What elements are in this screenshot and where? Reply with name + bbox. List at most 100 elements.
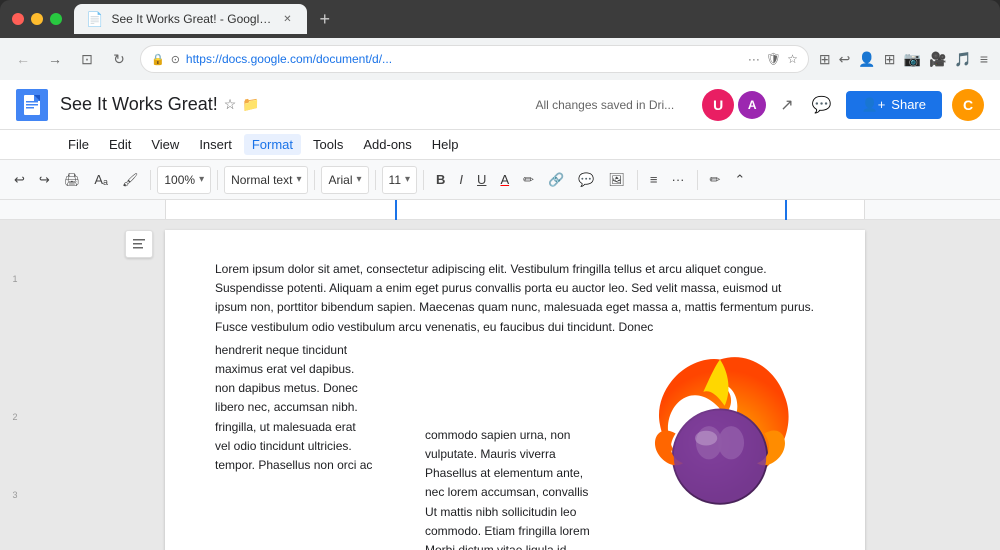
doc-app-bar: See It Works Great! ☆ 📁 All changes save… — [0, 80, 1000, 130]
style-select[interactable]: Normal text ▾ — [224, 166, 308, 194]
extensions-icon[interactable]: ⊞ — [884, 51, 896, 68]
toolbar-separator-4 — [375, 170, 376, 190]
text-color-button[interactable]: A — [494, 168, 515, 191]
account-icon[interactable]: 👤 — [858, 51, 875, 68]
firefox-logo-image — [625, 341, 815, 526]
ruler-inner — [165, 200, 865, 219]
size-select[interactable]: 11 ▾ — [382, 166, 418, 194]
google-docs-icon — [16, 89, 48, 121]
paint-format-button[interactable]: 🖌 — [116, 168, 145, 192]
doc-actions: U A ↗ 💬 👤+ B Share C — [702, 89, 984, 121]
toolbar-separator-7 — [697, 170, 698, 190]
history-icon[interactable]: ↩ — [839, 51, 851, 68]
folder-icon[interactable]: 📁 — [242, 96, 259, 113]
back-button[interactable]: ← — [12, 51, 34, 67]
menu-edit[interactable]: Edit — [101, 134, 139, 155]
underline-button[interactable]: U — [471, 168, 492, 191]
title-bar: 📄 See It Works Great! - Google D... ✕ + — [0, 0, 1000, 38]
document-page: Lorem ipsum dolor sit amet, consectetur … — [165, 230, 865, 550]
address-bar: ← → ⊡ ↻ 🔒 ⊙ https://docs.google.com/docu… — [0, 38, 1000, 80]
doc-title[interactable]: See It Works Great! — [60, 94, 218, 115]
lock-icon: 🔒 — [151, 53, 165, 66]
image-button[interactable]: 🖼 — [602, 168, 631, 192]
spell-check-button[interactable]: Aₐ — [88, 168, 114, 191]
close-button[interactable] — [12, 13, 24, 25]
tabs-area: 📄 See It Works Great! - Google D... ✕ + — [74, 4, 988, 34]
new-tab-button[interactable]: + — [311, 9, 338, 30]
tab-close-button[interactable]: ✕ — [279, 11, 295, 27]
menu-help[interactable]: Help — [424, 134, 467, 155]
address-input[interactable]: 🔒 ⊙ https://docs.google.com/document/d/.… — [140, 45, 809, 73]
share-button[interactable]: 👤+ B Share — [846, 91, 942, 119]
autosave-status: All changes saved in Dri... — [535, 98, 674, 112]
menu-bar: File Edit View Insert Format Tools Add-o… — [0, 130, 1000, 160]
menu-format[interactable]: Format — [244, 134, 301, 155]
forward-button[interactable]: → — [44, 51, 66, 67]
active-tab[interactable]: 📄 See It Works Great! - Google D... ✕ — [74, 4, 307, 34]
comments-icon[interactable]: 💬 — [808, 91, 836, 119]
font-dropdown-arrow: ▾ — [357, 174, 362, 185]
shield-icon: 🛡 — [766, 52, 781, 66]
bookmarks-icon[interactable]: ⊞ — [819, 51, 831, 68]
italic-button[interactable]: I — [453, 168, 469, 191]
share-icon: 👤+ — [862, 97, 886, 113]
traffic-lights — [12, 13, 62, 25]
menu-view[interactable]: View — [143, 134, 187, 155]
page-number-3: 3 — [0, 486, 30, 504]
menu-file[interactable]: File — [60, 134, 97, 155]
comment-button[interactable]: 💬 — [572, 168, 600, 192]
edit-button[interactable]: ✏ — [704, 168, 727, 192]
redo-button[interactable]: ↪ — [33, 168, 56, 192]
zoom-dropdown-arrow: ▾ — [199, 174, 204, 185]
toolbar-separator-2 — [217, 170, 218, 190]
menu-icon[interactable]: ≡ — [980, 51, 988, 67]
url-text: https://docs.google.com/document/d/... — [186, 52, 742, 66]
star-icon[interactable]: ☆ — [224, 96, 237, 113]
toolbar-separator-6 — [637, 170, 638, 190]
video-icon[interactable]: 🎥 — [929, 51, 946, 68]
doc-title-area: See It Works Great! ☆ 📁 — [60, 94, 523, 115]
page-number-1: 1 — [0, 270, 30, 288]
toolbar-separator-5 — [423, 170, 424, 190]
screenshot-icon[interactable]: 📷 — [904, 51, 921, 68]
toolbar-separator-3 — [314, 170, 315, 190]
page-number-2: 2 — [0, 408, 30, 426]
avatar-current-user[interactable]: C — [952, 89, 984, 121]
style-dropdown-arrow: ▾ — [296, 174, 301, 185]
doc-area: 1 2 3 Lorem ipsum dolor sit amet, consec… — [0, 220, 1000, 550]
trending-icon[interactable]: ↗ — [776, 91, 797, 119]
secure-icon: ⊙ — [171, 53, 180, 66]
music-icon[interactable]: 🎵 — [954, 51, 971, 68]
link-button[interactable]: 🔗 — [542, 168, 570, 192]
more-button[interactable]: ··· — [666, 168, 691, 191]
bold-button[interactable]: B — [430, 168, 451, 191]
tab-switch-button[interactable]: ⊡ — [76, 51, 98, 68]
minimize-button[interactable] — [31, 13, 43, 25]
fullscreen-button[interactable] — [50, 13, 62, 25]
print-button[interactable]: 🖨 — [58, 168, 87, 192]
avatar-user2: A — [738, 91, 766, 119]
font-select[interactable]: Arial ▾ — [321, 166, 368, 194]
avatar-user1: U — [702, 89, 734, 121]
document-content: Lorem ipsum dolor sit amet, consectetur … — [215, 260, 815, 550]
document-outline-button[interactable] — [125, 230, 153, 258]
menu-addons[interactable]: Add-ons — [355, 134, 419, 155]
paragraph-1: Lorem ipsum dolor sit amet, consectetur … — [215, 260, 815, 337]
collapse-button[interactable]: ⌃ — [728, 168, 751, 192]
refresh-button[interactable]: ↻ — [108, 51, 130, 68]
tab-doc-icon: 📄 — [86, 11, 103, 28]
menu-insert[interactable]: Insert — [191, 134, 240, 155]
toolbar: ↩ ↪ 🖨 Aₐ 🖌 100% ▾ Normal text ▾ Arial ▾ … — [0, 160, 1000, 200]
highlight-button[interactable]: ✏ — [517, 168, 540, 192]
browser-controls: ⊞ ↩ 👤 ⊞ 📷 🎥 🎵 ≡ — [819, 51, 988, 68]
menu-tools[interactable]: Tools — [305, 134, 351, 155]
size-dropdown-arrow: ▾ — [405, 174, 410, 185]
ruler — [0, 200, 1000, 220]
more-options-icon: ··· — [748, 52, 760, 66]
bookmark-icon[interactable]: ☆ — [787, 52, 798, 66]
zoom-select[interactable]: 100% ▾ — [157, 166, 211, 194]
tab-title: See It Works Great! - Google D... — [111, 12, 271, 26]
toolbar-separator-1 — [150, 170, 151, 190]
align-button[interactable]: ≡ — [644, 168, 664, 191]
undo-button[interactable]: ↩ — [8, 168, 31, 192]
